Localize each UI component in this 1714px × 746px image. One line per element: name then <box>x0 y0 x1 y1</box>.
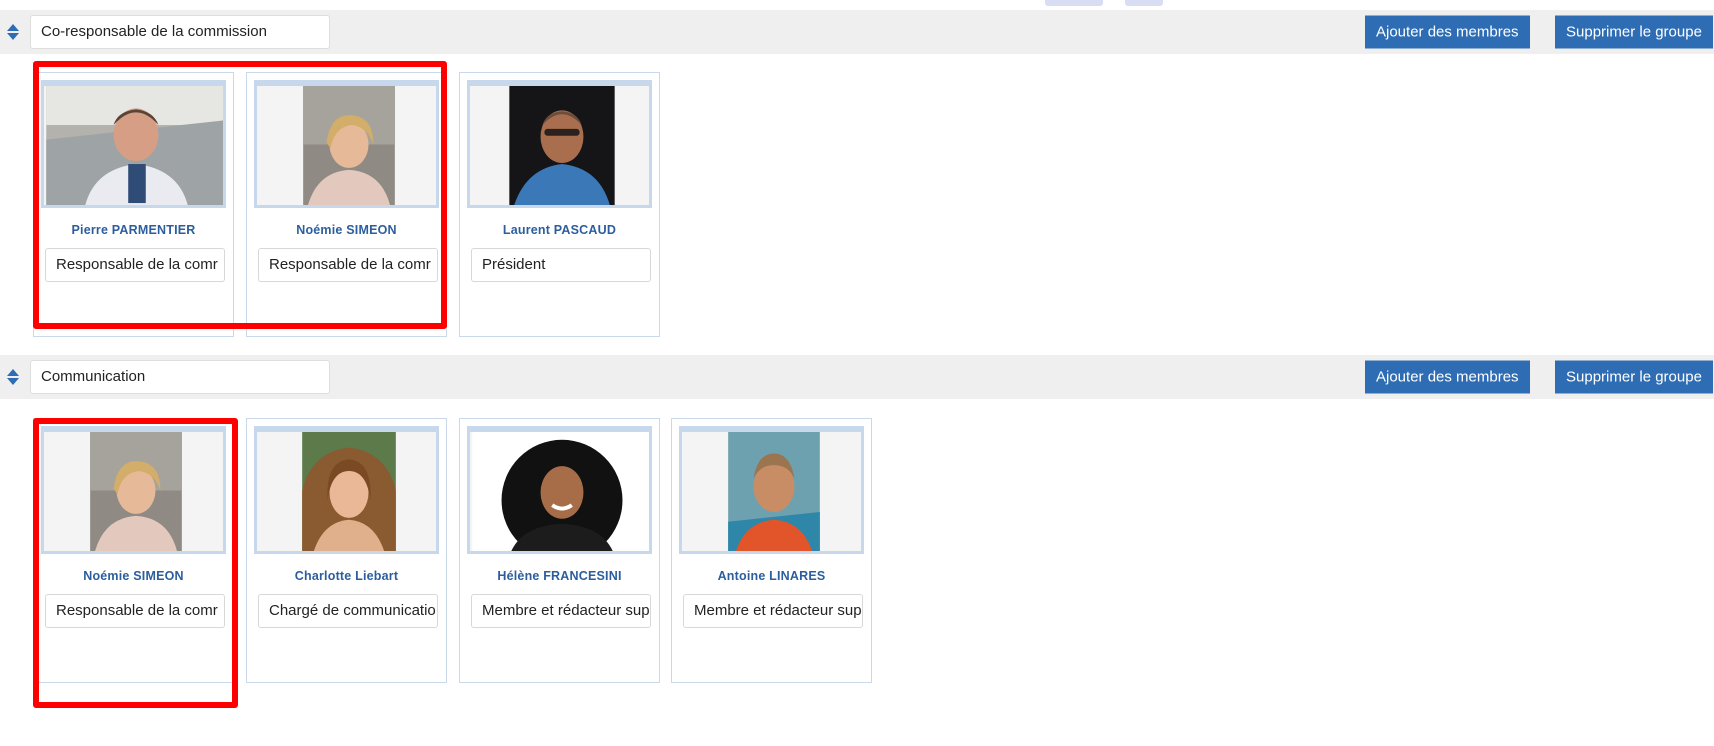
woman-portrait-icon <box>302 432 396 551</box>
photo-frame <box>679 426 864 554</box>
member-role-input[interactable]: Membre et rédacteur sup <box>471 594 651 628</box>
member-name[interactable]: Laurent PASCAUD <box>460 223 659 237</box>
decorative-tab <box>1125 0 1163 6</box>
member-name[interactable]: Charlotte Liebart <box>247 569 446 583</box>
member-card[interactable]: Laurent PASCAUD Président <box>459 72 660 337</box>
add-members-button[interactable]: Ajouter des membres <box>1365 15 1530 49</box>
man-portrait-icon <box>728 432 820 551</box>
group-header: Co-responsable de la commission Ajouter … <box>0 10 1714 54</box>
group-name-input[interactable]: Co-responsable de la commission <box>30 15 330 49</box>
highlight-box <box>33 418 238 708</box>
member-card[interactable]: Antoine LINARES Membre et rédacteur sup <box>671 418 872 683</box>
photo-frame <box>254 426 439 554</box>
group-name-input[interactable]: Communication <box>30 360 330 394</box>
member-role-input[interactable]: Membre et rédacteur sup <box>683 594 863 628</box>
sort-handle-icon[interactable] <box>6 23 20 41</box>
photo-frame <box>467 426 652 554</box>
delete-group-button[interactable]: Supprimer le groupe <box>1555 15 1713 49</box>
member-name[interactable]: Hélène FRANCESINI <box>460 569 659 583</box>
photo-frame <box>467 80 652 208</box>
add-members-button[interactable]: Ajouter des membres <box>1365 360 1530 394</box>
sort-handle-icon[interactable] <box>6 368 20 386</box>
decorative-tab <box>1045 0 1103 6</box>
member-card[interactable]: Hélène FRANCESINI Membre et rédacteur su… <box>459 418 660 683</box>
member-role-input[interactable]: Chargé de communicatio <box>258 594 438 628</box>
member-card[interactable]: Charlotte Liebart Chargé de communicatio <box>246 418 447 683</box>
member-role-input[interactable]: Président <box>471 248 651 282</box>
man-portrait-icon <box>509 86 615 205</box>
delete-group-button[interactable]: Supprimer le groupe <box>1555 360 1713 394</box>
group-header: Communication Ajouter des membres Suppri… <box>0 355 1714 399</box>
woman-portrait-icon <box>472 432 649 551</box>
member-name[interactable]: Antoine LINARES <box>672 569 871 583</box>
highlight-box <box>33 61 447 329</box>
